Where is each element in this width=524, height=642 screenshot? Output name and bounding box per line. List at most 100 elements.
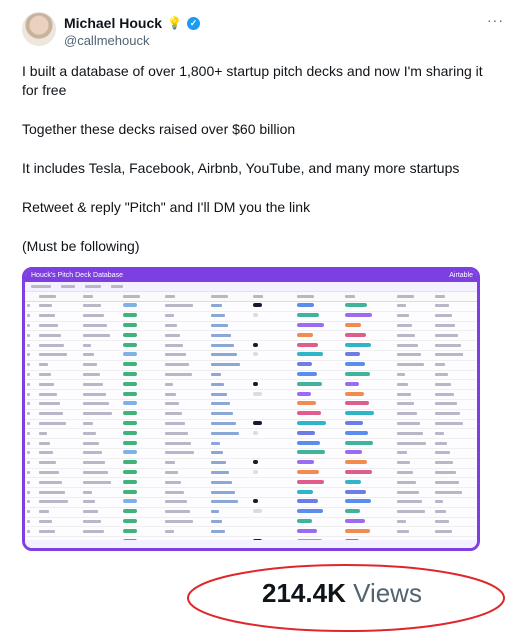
column-header[interactable] [209, 294, 251, 300]
database-rows [25, 302, 477, 551]
table-row[interactable] [25, 371, 477, 381]
table-cell [343, 313, 395, 319]
column-header[interactable] [37, 294, 81, 300]
table-cell [251, 441, 295, 447]
table-cell [433, 431, 463, 437]
table-row[interactable] [25, 508, 477, 518]
column-header[interactable] [295, 294, 343, 300]
table-row[interactable] [25, 527, 477, 538]
table-cell [209, 529, 251, 535]
table-cell [81, 313, 121, 319]
table-cell [37, 372, 81, 378]
table-row[interactable] [25, 488, 477, 498]
table-cell [295, 381, 343, 388]
verified-badge-icon[interactable]: ✓ [186, 16, 200, 30]
table-cell [395, 548, 433, 551]
table-cell [295, 391, 343, 398]
table-row[interactable] [25, 439, 477, 449]
table-cell [37, 509, 81, 515]
table-cell [25, 519, 37, 525]
table-cell [37, 333, 81, 339]
table-row[interactable] [25, 420, 477, 430]
column-header[interactable] [81, 294, 121, 300]
tweet-paragraph: I built a database of over 1,800+ startu… [22, 63, 483, 98]
table-row[interactable] [25, 341, 477, 351]
column-header[interactable] [163, 294, 209, 300]
table-cell [433, 362, 463, 368]
column-header[interactable] [395, 294, 433, 300]
table-cell [81, 352, 121, 358]
table-cell [25, 499, 37, 505]
table-cell [163, 372, 209, 378]
table-cell [433, 392, 463, 398]
author-name[interactable]: Michael Houck [64, 15, 162, 31]
table-cell [209, 431, 251, 437]
table-row[interactable] [25, 449, 477, 459]
table-cell [25, 313, 37, 319]
table-cell [209, 392, 251, 398]
toolbar-item [31, 285, 51, 288]
table-row[interactable] [25, 322, 477, 332]
more-options-icon[interactable]: ··· [487, 12, 504, 28]
table-cell [121, 469, 163, 476]
table-cell [81, 460, 121, 466]
table-cell [433, 490, 463, 496]
table-row[interactable] [25, 429, 477, 440]
table-row[interactable] [25, 498, 477, 508]
table-cell [25, 362, 37, 368]
table-cell [251, 411, 295, 417]
column-header[interactable] [343, 294, 395, 300]
table-row[interactable] [25, 312, 477, 322]
table-cell [395, 490, 433, 496]
table-cell [37, 519, 81, 525]
table-cell [433, 470, 463, 476]
table-row[interactable] [25, 361, 477, 371]
table-cell [295, 469, 343, 476]
table-row[interactable] [25, 478, 477, 489]
table-cell [251, 362, 295, 368]
table-cell [209, 441, 251, 447]
table-cell [395, 352, 433, 358]
table-cell [209, 323, 251, 329]
table-row[interactable] [25, 380, 477, 391]
table-row[interactable] [25, 400, 477, 410]
table-row[interactable] [25, 469, 477, 479]
table-row[interactable] [25, 459, 477, 469]
table-cell [395, 372, 433, 378]
table-cell [81, 509, 121, 515]
table-cell [251, 509, 295, 515]
table-cell [37, 382, 81, 388]
column-header[interactable] [433, 294, 463, 300]
table-row[interactable] [25, 390, 477, 400]
avatar[interactable] [22, 12, 56, 46]
table-cell [395, 470, 433, 476]
author-handle[interactable]: @callmehouck [64, 33, 149, 48]
table-cell [37, 450, 81, 456]
column-header[interactable] [251, 294, 295, 300]
table-row[interactable] [25, 331, 477, 342]
table-cell [251, 490, 295, 496]
column-header[interactable] [121, 294, 163, 300]
table-cell [121, 322, 163, 329]
table-row[interactable] [25, 302, 477, 312]
table-cell [343, 411, 395, 417]
table-cell [251, 333, 295, 339]
table-cell [343, 489, 395, 496]
table-row[interactable] [25, 351, 477, 361]
table-cell [121, 450, 163, 456]
table-row[interactable] [25, 410, 477, 420]
table-cell [343, 420, 395, 427]
table-cell [81, 519, 121, 525]
table-cell [395, 441, 433, 447]
database-title-bar: Houck's Pitch Deck Database Airtable [25, 270, 477, 282]
database-footer [25, 540, 477, 548]
table-cell [209, 470, 251, 476]
table-cell [433, 382, 463, 388]
table-cell [163, 333, 209, 339]
table-cell [433, 450, 463, 456]
tweet-paragraph: Retweet & reply "Pitch" and I'll DM you … [22, 199, 311, 215]
table-row[interactable] [25, 518, 477, 528]
table-cell [343, 371, 395, 378]
tweet-media-image[interactable]: Houck's Pitch Deck Database Airtable [22, 267, 480, 551]
table-cell [209, 313, 251, 319]
